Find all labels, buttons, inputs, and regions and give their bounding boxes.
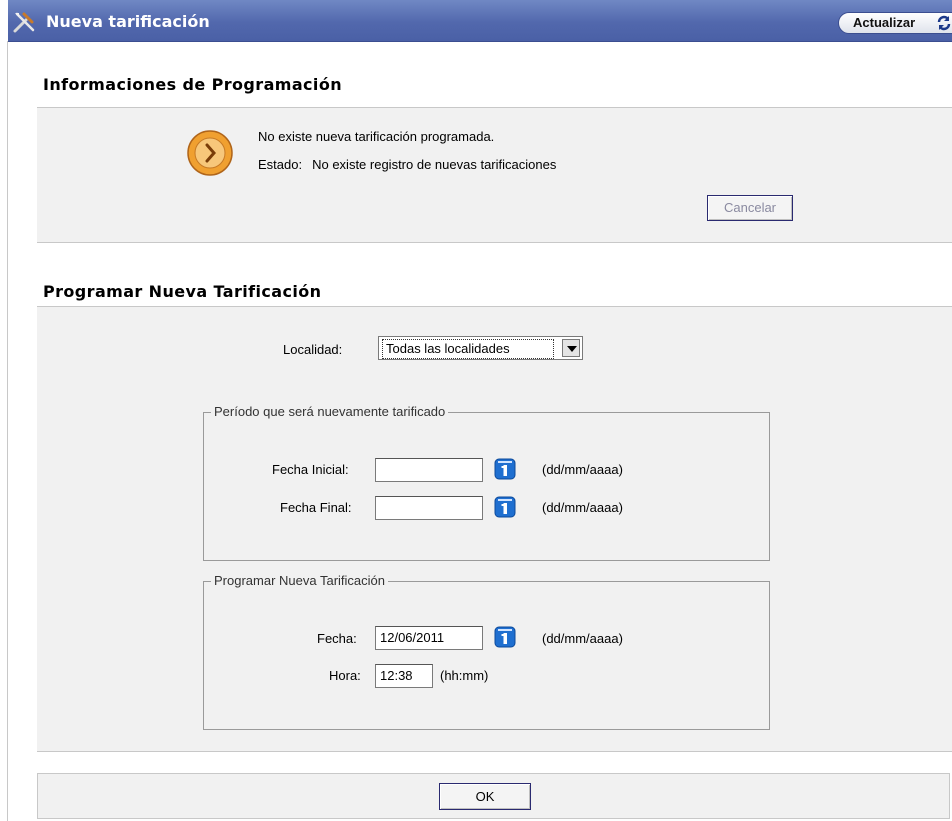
locality-select[interactable]: Todas las localidades xyxy=(378,336,583,360)
schedule-date-format: (dd/mm/aaaa) xyxy=(542,631,623,646)
section-title-info: Informaciones de Programación xyxy=(43,75,342,94)
start-date-label: Fecha Inicial: xyxy=(272,462,349,477)
section-title-new-schedule: Programar Nueva Tarificación xyxy=(43,282,322,301)
end-date-format: (dd/mm/aaaa) xyxy=(542,500,623,515)
calendar-icon[interactable] xyxy=(494,626,516,648)
clock-icon xyxy=(187,130,233,176)
calendar-icon[interactable] xyxy=(494,496,516,518)
locality-label: Localidad: xyxy=(283,342,343,357)
schedule-date-label: Fecha: xyxy=(317,631,357,646)
chevron-down-icon[interactable] xyxy=(562,339,580,357)
schedule-date-input[interactable]: 12/06/2011 xyxy=(375,626,483,650)
schedule-fieldset: Programar Nueva Tarificación xyxy=(203,573,770,730)
start-date-input[interactable] xyxy=(375,458,483,482)
cancel-button[interactable]: Cancelar xyxy=(707,195,793,221)
end-date-label: Fecha Final: xyxy=(280,500,352,515)
page-title: Nueva tarificación xyxy=(46,12,210,31)
start-date-format: (dd/mm/aaaa) xyxy=(542,462,623,477)
period-fieldset: Período que será nuevamente tarificado xyxy=(203,404,770,561)
ok-button[interactable]: OK xyxy=(439,783,531,810)
status-line: Estado: No existe registro de nuevas tari… xyxy=(258,157,556,172)
tools-icon xyxy=(13,12,35,33)
title-bar: Nueva tarificación Actualizar xyxy=(8,0,952,42)
locality-value: Todas las localidades xyxy=(382,339,554,359)
schedule-message: No existe nueva tarificación programada. xyxy=(258,129,495,144)
refresh-icon xyxy=(937,15,951,31)
refresh-label: Actualizar xyxy=(853,15,916,30)
end-date-input[interactable] xyxy=(375,496,483,520)
refresh-button[interactable]: Actualizar xyxy=(838,12,952,34)
time-format: (hh:mm) xyxy=(440,668,489,683)
schedule-legend: Programar Nueva Tarificación xyxy=(211,573,388,588)
period-legend: Período que será nuevamente tarificado xyxy=(211,404,449,419)
left-border xyxy=(7,41,8,821)
status-value: No existe registro de nuevas tarificacio… xyxy=(312,157,557,172)
schedule-time-label: Hora: xyxy=(329,668,361,683)
info-panel xyxy=(37,107,952,243)
status-label: Estado: xyxy=(258,157,303,172)
schedule-time-input[interactable]: 12:38 xyxy=(375,664,433,688)
calendar-icon[interactable] xyxy=(494,458,516,480)
